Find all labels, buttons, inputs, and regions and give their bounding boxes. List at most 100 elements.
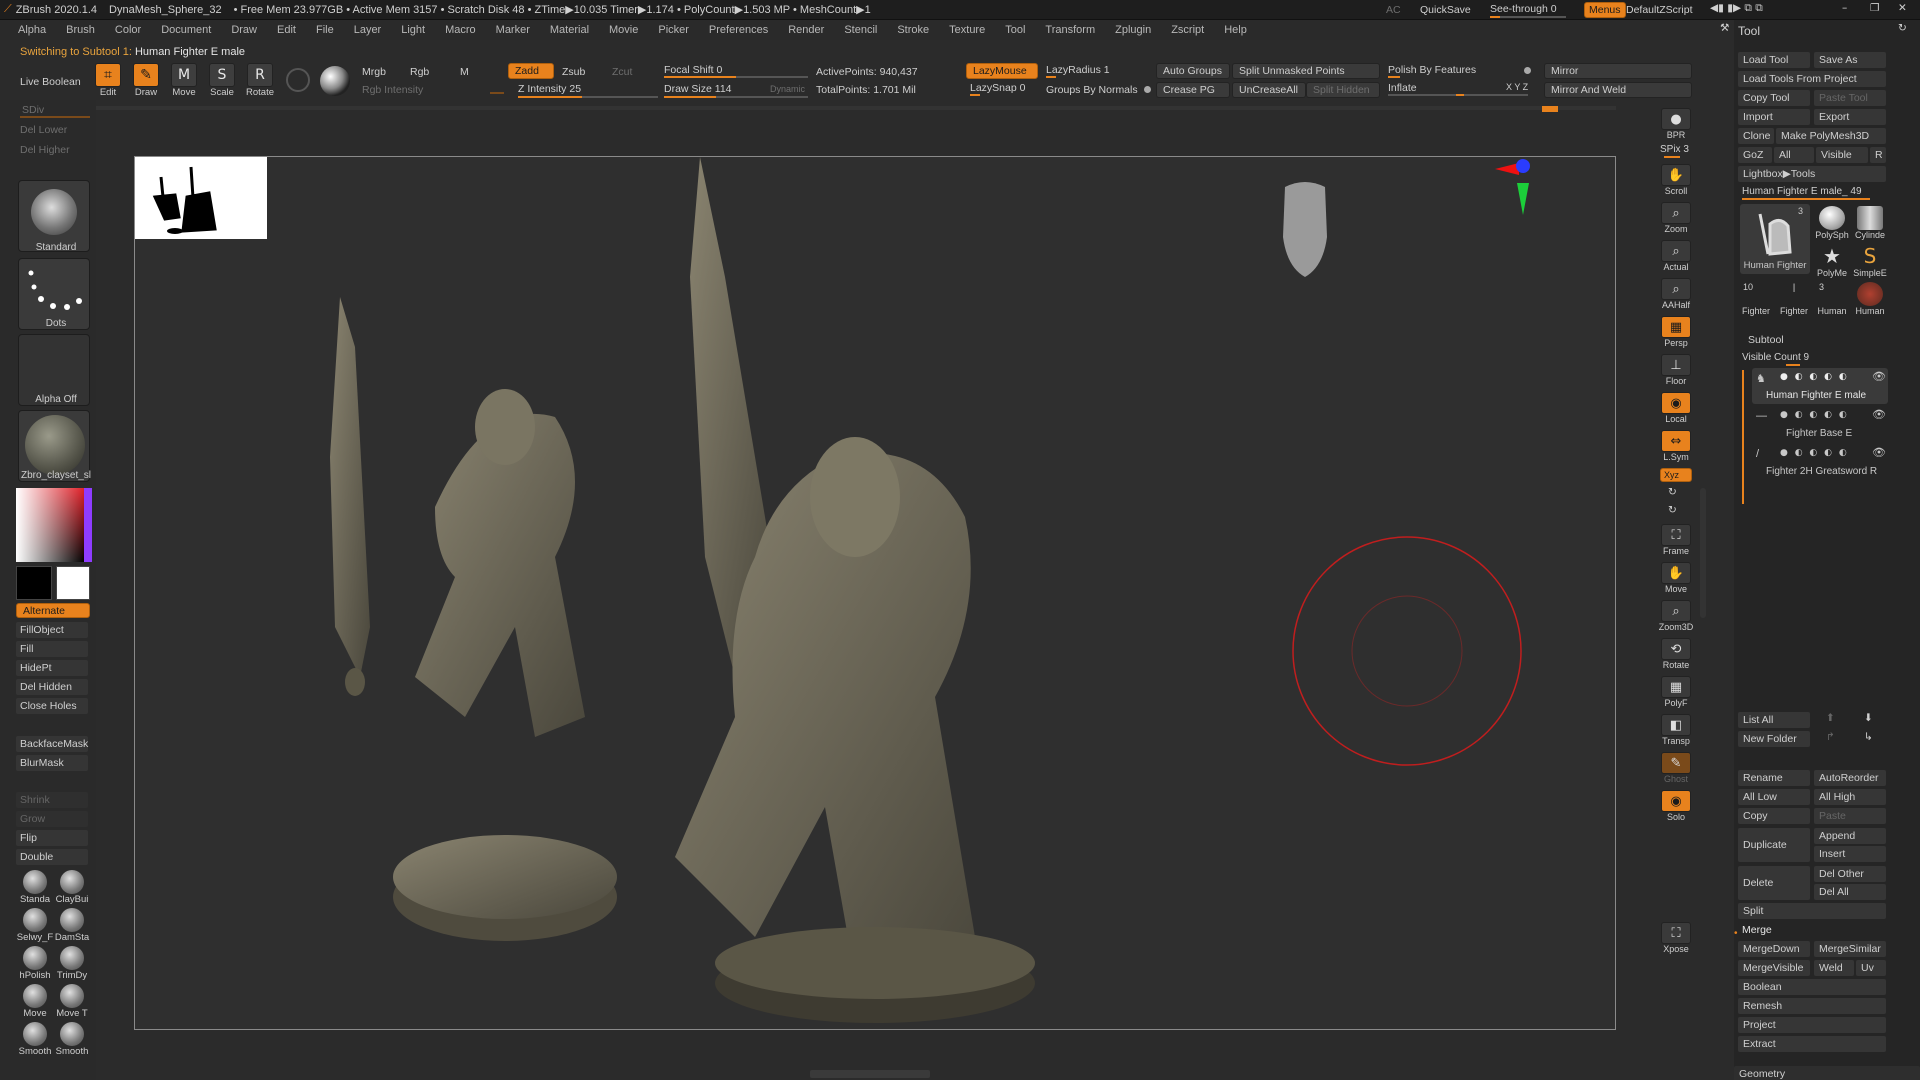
menu-alpha[interactable]: Alpha <box>18 24 46 36</box>
inflate-axis-toggle[interactable]: X Y Z <box>1506 82 1528 92</box>
m-button[interactable]: M <box>460 66 469 78</box>
zsub-button[interactable]: Zsub <box>562 66 585 78</box>
brush-standard[interactable]: Standa <box>18 870 52 908</box>
menu-movie[interactable]: Movie <box>609 24 638 36</box>
menu-zplugin[interactable]: Zplugin <box>1115 24 1151 36</box>
visible-count-slider[interactable]: Visible Count 9 <box>1742 352 1809 363</box>
orientation-head-icon[interactable] <box>1283 182 1327 277</box>
rotate-mode-button[interactable]: R Rotate <box>244 62 276 98</box>
menu-picker[interactable]: Picker <box>658 24 689 36</box>
subtool-row-1[interactable]: ♞ ● ◐ ◐ ◐ ◐ 👁 Human Fighter E male <box>1752 368 1888 404</box>
menu-color[interactable]: Color <box>115 24 141 36</box>
ghost-button[interactable]: ✎ Ghost <box>1658 750 1694 784</box>
actual-button[interactable]: ⌕ Actual <box>1658 238 1694 272</box>
tool-thumb-polymesh[interactable]: ★ PolyMe <box>1814 244 1850 280</box>
polyf-button[interactable]: ▦ PolyF <box>1658 674 1694 708</box>
paste-subtool-button[interactable]: Paste <box>1814 808 1886 824</box>
subtool-section-header[interactable]: Subtool <box>1748 334 1784 346</box>
menu-texture[interactable]: Texture <box>949 24 985 36</box>
all-low-button[interactable]: All Low <box>1738 789 1810 805</box>
menu-file[interactable]: File <box>316 24 334 36</box>
z-intensity-slider[interactable]: Z Intensity 25 <box>518 83 581 95</box>
bpr-button[interactable]: ● BPR <box>1658 106 1694 140</box>
split-hidden-button[interactable]: Split Hidden <box>1306 82 1380 98</box>
copy-tool-button[interactable]: Copy Tool <box>1738 90 1810 106</box>
move-mode-button[interactable]: M Move <box>168 62 200 98</box>
merge-section-header[interactable]: Merge <box>1742 924 1772 936</box>
extract-section[interactable]: Extract <box>1738 1036 1886 1052</box>
paste-tool-button[interactable]: Paste Tool <box>1814 90 1886 106</box>
blur-mask-button[interactable]: BlurMask <box>16 755 88 771</box>
spix-slider[interactable]: SPix 3 <box>1660 144 1689 155</box>
menu-transform[interactable]: Transform <box>1045 24 1095 36</box>
transp-button[interactable]: ◧ Transp <box>1658 712 1694 746</box>
flip-button[interactable]: Flip <box>16 830 88 846</box>
axis-gizmo[interactable] <box>1495 159 1530 215</box>
subtool-toggles[interactable]: ● ◐ ◐ ◐ ◐ <box>1780 410 1849 420</box>
double-button[interactable]: Double <box>16 849 88 865</box>
mirror-and-weld-button[interactable]: Mirror And Weld <box>1544 82 1692 98</box>
mirror-button[interactable]: Mirror <box>1544 63 1692 79</box>
focal-shift-slider[interactable]: Focal Shift 0 <box>664 64 722 76</box>
menu-material[interactable]: Material <box>550 24 589 36</box>
menu-stencil[interactable]: Stencil <box>844 24 877 36</box>
sculptris-icon[interactable] <box>286 68 310 92</box>
menu-light[interactable]: Light <box>401 24 425 36</box>
subtool-row-3[interactable]: / ● ◐ ◐ ◐ ◐ 👁 Fighter 2H Greatsword R <box>1752 444 1888 480</box>
menu-zscript[interactable]: Zscript <box>1171 24 1204 36</box>
edit-mode-button[interactable]: ⌗ Edit <box>92 62 124 98</box>
fill-object-button[interactable]: FillObject <box>16 622 88 638</box>
goz-all-button[interactable]: All <box>1774 147 1814 163</box>
rotate-axis-icon[interactable]: ↻ <box>1668 486 1677 498</box>
eye-icon[interactable]: 👁 <box>1872 370 1886 383</box>
import-button[interactable]: Import <box>1738 109 1810 125</box>
zcut-button[interactable]: Zcut <box>612 66 632 78</box>
menu-brush[interactable]: Brush <box>66 24 95 36</box>
duplicate-button[interactable]: Duplicate <box>1738 828 1810 862</box>
floor-button[interactable]: ⊥ Floor <box>1658 352 1694 386</box>
lazymouse-button[interactable]: LazyMouse <box>966 63 1038 79</box>
rgb-intensity-slider[interactable]: Rgb Intensity <box>362 84 423 96</box>
draw-size-slider[interactable]: Draw Size 114 <box>664 83 732 95</box>
local-button[interactable]: ◉ Local <box>1658 390 1694 424</box>
folder-up-icon[interactable]: ↱ <box>1826 731 1835 743</box>
backface-mask-button[interactable]: BackfaceMask <box>16 736 88 752</box>
subtool-toggles[interactable]: ● ◐ ◐ ◐ ◐ <box>1780 448 1849 458</box>
xyz-button[interactable]: Xyz <box>1660 468 1692 482</box>
delete-button[interactable]: Delete <box>1738 866 1810 900</box>
append-button[interactable]: Append <box>1814 828 1886 844</box>
export-button[interactable]: Export <box>1814 109 1886 125</box>
subtool-toggles[interactable]: ● ◐ ◐ ◐ ◐ <box>1780 372 1849 382</box>
solo-button[interactable]: ◉ Solo <box>1658 788 1694 822</box>
eye-icon[interactable]: 👁 <box>1872 408 1886 421</box>
zadd-button[interactable]: Zadd <box>508 63 554 79</box>
frame-button[interactable]: ⛶ Frame <box>1658 522 1694 556</box>
hide-pt-button[interactable]: HidePt <box>16 660 88 676</box>
rename-button[interactable]: Rename <box>1738 770 1810 786</box>
weld-button[interactable]: Weld <box>1814 960 1854 976</box>
goz-button[interactable]: GoZ <box>1738 147 1772 163</box>
menu-document[interactable]: Document <box>161 24 211 36</box>
save-as-button[interactable]: Save As <box>1814 52 1886 68</box>
close-icon[interactable]: ✕ <box>1898 2 1907 14</box>
tool-thumb-cylinder[interactable]: Cylinde <box>1852 206 1888 242</box>
menus-toggle[interactable]: Menus <box>1584 2 1626 18</box>
tool-thumb-fighter-a[interactable]: 10 Fighter <box>1738 282 1774 318</box>
xpose-button[interactable]: ⛶ Xpose <box>1658 920 1694 954</box>
tool-thumb-human-fighter[interactable]: 3 Human Fighter <box>1740 204 1810 274</box>
current-tool-slider[interactable]: Human Fighter E male_ 49 <box>1742 186 1862 197</box>
brush-smooth[interactable]: Smooth <box>18 1022 52 1060</box>
auto-reorder-button[interactable]: AutoReorder <box>1814 770 1886 786</box>
zoom3d-button[interactable]: ⌕ Zoom3D <box>1658 598 1694 632</box>
secondary-color-swatch[interactable] <box>16 566 52 600</box>
tool-thumb-human-b[interactable]: Human <box>1852 282 1888 318</box>
alternate-color-button[interactable]: Alternate <box>16 603 90 618</box>
scroll-button[interactable]: ✋ Scroll <box>1658 162 1694 196</box>
del-other-button[interactable]: Del Other <box>1814 866 1886 882</box>
menu-preferences[interactable]: Preferences <box>709 24 768 36</box>
brush-move-topological[interactable]: Move T <box>55 984 89 1022</box>
menu-render[interactable]: Render <box>788 24 824 36</box>
lsym-button[interactable]: ⇔ L.Sym <box>1658 428 1694 462</box>
tool-thumb-fighter-b[interactable]: | Fighter <box>1776 282 1812 318</box>
brush-smooth-alt[interactable]: Smooth <box>55 1022 89 1060</box>
